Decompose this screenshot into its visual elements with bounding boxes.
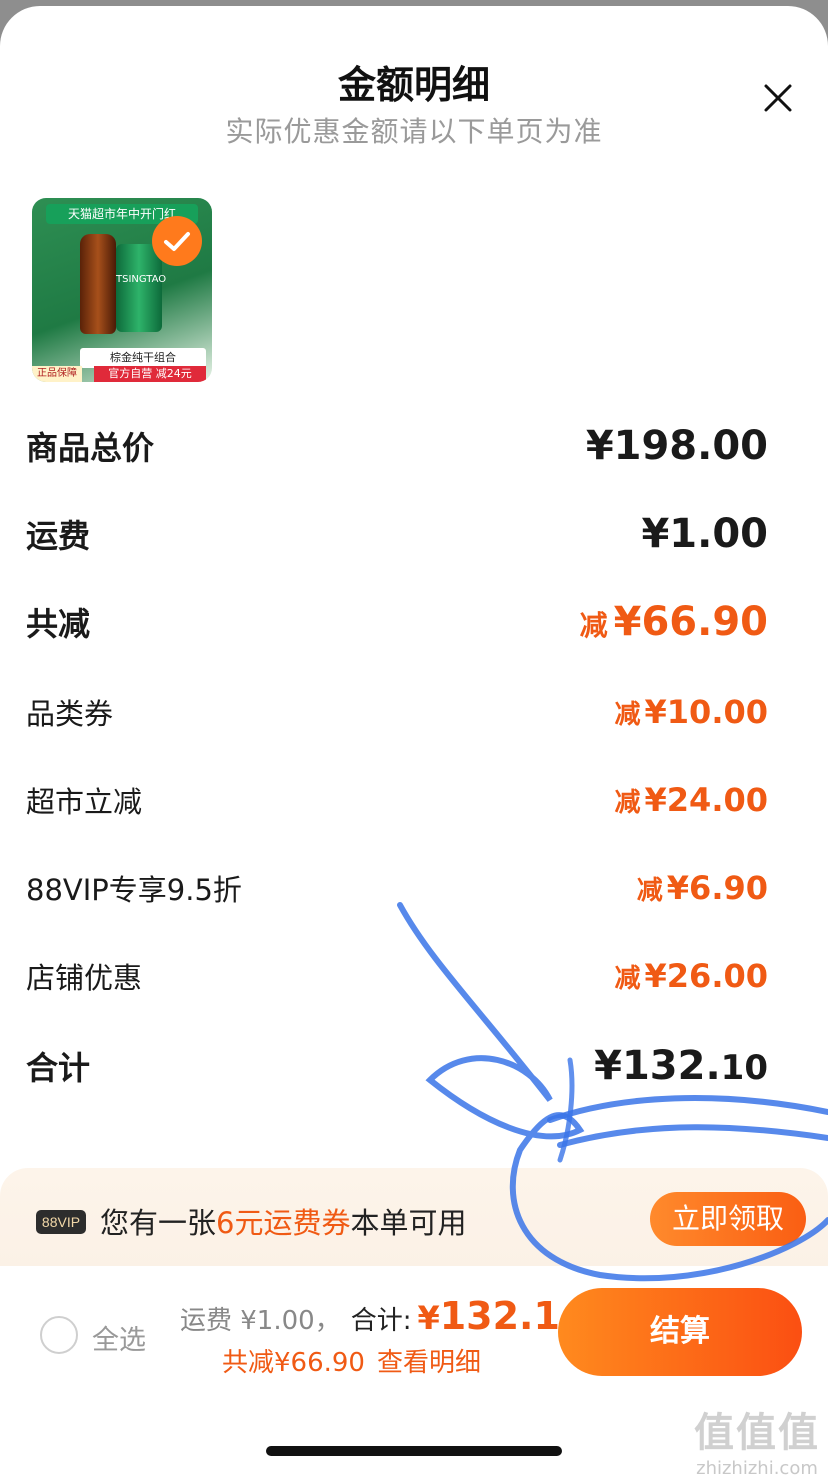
market-discount-amount: 减 ¥24.00 <box>615 781 769 819</box>
beer-bottle-image <box>80 234 116 334</box>
vip-promo-bar: 88VIP 您有一张6元运费券本单可用 立即领取 <box>0 1168 828 1272</box>
discount-prefix: 减 <box>636 876 663 906</box>
discount-value: ¥66.90 <box>613 599 768 645</box>
store-discount-row: 店铺优惠 减 ¥26.00 <box>26 946 768 1006</box>
discount-prefix: 减 <box>614 964 641 994</box>
promo-text-highlight: 6元运费券 <box>216 1206 351 1240</box>
shipping-label: 运费 <box>26 517 91 555</box>
discount-prefix: 减 <box>579 609 608 642</box>
store-discount-amount: 减 ¥26.00 <box>615 957 769 995</box>
discount-prefix: 减 <box>614 700 641 730</box>
checkout-discount: 共减¥66.90 <box>222 1348 365 1378</box>
shipping-amount: ¥1.00 <box>641 511 768 557</box>
view-detail-link[interactable]: 查看明细 <box>377 1348 481 1378</box>
checkout-total-value: 132.1 <box>439 1294 560 1338</box>
claim-coupon-button[interactable]: 立即领取 <box>650 1192 806 1246</box>
checkout-total-currency: ¥ <box>417 1299 440 1337</box>
vip-discount-amount: 减 ¥6.90 <box>637 869 768 907</box>
sheet-title: 金额明细 <box>337 63 490 107</box>
total-discount-row: 共减 减 ¥66.90 <box>26 592 768 652</box>
discount-value: ¥26.00 <box>644 957 768 995</box>
product-selected-checkbox[interactable] <box>152 216 202 266</box>
close-icon <box>764 84 792 112</box>
watermark-logo: 值值值 <box>694 1410 820 1456</box>
market-discount-row: 超市立减 减 ¥24.00 <box>26 770 768 830</box>
checkout-summary: 运费 ¥1.00， 合计: ¥ 132.1 <box>180 1294 560 1338</box>
checkout-button[interactable]: 结算 <box>558 1288 802 1376</box>
promo-text-before: 您有一张 <box>100 1206 217 1240</box>
vip-discount-label: 88VIP专享9.5折 <box>26 873 242 907</box>
promo-text-after: 本单可用 <box>350 1206 467 1240</box>
vip-discount-row: 88VIP专享9.5折 减 ¥6.90 <box>26 858 768 918</box>
total-amount: ¥132. 10 <box>594 1043 768 1089</box>
checkout-bar: 全选 运费 ¥1.00， 合计: ¥ 132.1 共减¥66.90 查看明细 结算… <box>0 1266 828 1476</box>
guarantee-badge: 正品保障 <box>32 366 82 382</box>
discount-value: ¥10.00 <box>644 693 768 731</box>
select-all-radio[interactable] <box>40 1316 78 1354</box>
total-discount-label: 共减 <box>26 605 91 643</box>
store-discount-label: 店铺优惠 <box>26 961 143 995</box>
category-coupon-amount: 减 ¥10.00 <box>615 693 769 731</box>
total-amount-main: ¥132. <box>594 1043 721 1089</box>
shipping-row: 运费 ¥1.00 <box>26 504 768 564</box>
category-coupon-row: 品类券 减 ¥10.00 <box>26 682 768 742</box>
select-all-label[interactable]: 全选 <box>92 1318 146 1357</box>
promo-text: 您有一张6元运费券本单可用 <box>100 1200 466 1242</box>
watermark: 值值值 zhizhizhi.com <box>694 1400 820 1476</box>
total-discount-amount: 减 ¥66.90 <box>580 599 768 645</box>
goods-total-label: 商品总价 <box>26 429 155 467</box>
close-button[interactable] <box>758 78 798 118</box>
vip-badge: 88VIP <box>36 1210 86 1234</box>
discount-value: ¥24.00 <box>644 781 768 819</box>
sheet-subtitle: 实际优惠金额请以下单页为准 <box>225 115 603 148</box>
discount-prefix: 减 <box>614 788 641 818</box>
goods-total-amount: ¥198.00 <box>585 423 768 469</box>
product-combo-name: 棕金纯干组合 <box>80 348 206 368</box>
market-discount-label: 超市立减 <box>26 785 143 819</box>
amount-detail-sheet: 金额明细 实际优惠金额请以下单页为准 天猫超市年中开门红 TSINGTAO 棕金… <box>0 6 828 1476</box>
goods-total-row: 商品总价 ¥198.00 <box>26 416 768 476</box>
check-icon <box>164 232 190 251</box>
checkout-discount-line: 共减¥66.90 查看明细 <box>222 1342 481 1379</box>
checkout-total-label: 合计: <box>350 1306 412 1336</box>
watermark-site: zhizhizhi.com <box>696 1458 818 1476</box>
checkout-shipping: 运费 ¥1.00， <box>180 1306 341 1336</box>
home-indicator[interactable] <box>266 1446 562 1456</box>
total-row: 合计 ¥132. 10 <box>26 1036 768 1096</box>
product-promo-strip: 官方自营 减24元 <box>94 366 206 382</box>
category-coupon-label: 品类券 <box>26 697 114 731</box>
total-label: 合计 <box>26 1049 91 1087</box>
total-amount-decimal: 10 <box>720 1048 768 1088</box>
discount-value: ¥6.90 <box>666 869 768 907</box>
